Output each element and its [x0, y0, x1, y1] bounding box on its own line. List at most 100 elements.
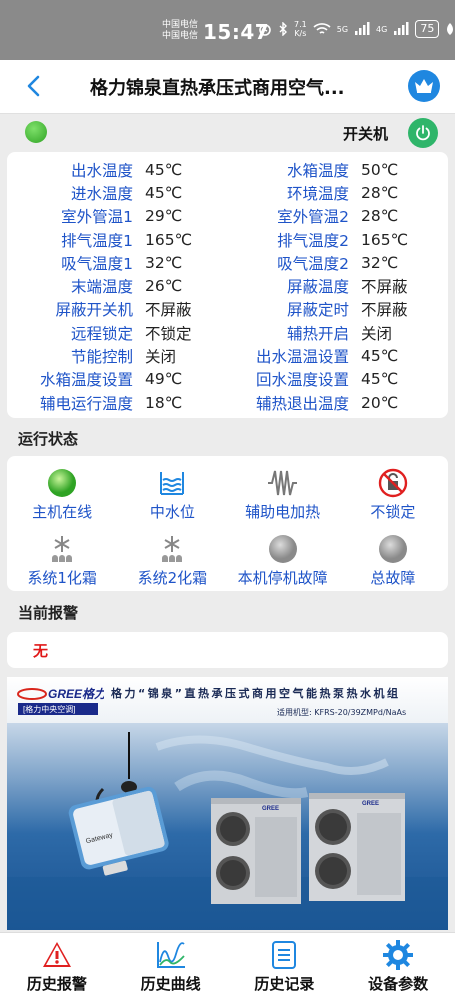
param-row: 末端温度 26℃ 屏蔽温度 不屏蔽 [7, 274, 448, 297]
status-label: 不锁定 [370, 503, 416, 521]
bluetooth-icon [279, 22, 287, 36]
param-value: 不屏蔽 [361, 278, 408, 297]
alarm-value: 无 [33, 642, 49, 660]
param-value: 20℃ [361, 393, 399, 412]
param-value: 165℃ [145, 230, 192, 249]
power-icon [416, 125, 430, 141]
carrier-labels: 中国电信 中国电信 [162, 20, 198, 42]
param-label: 屏蔽开关机 [55, 301, 133, 320]
vip-crown-button[interactable] [408, 70, 440, 102]
status-item: 系统2化霜 [117, 522, 227, 588]
status-item: 不锁定 [338, 456, 448, 522]
alarm-clock-icon [259, 24, 271, 36]
wifi-icon [313, 23, 331, 34]
bottom-navigation: 历史报警 历史曲线 历史记录 设备参数 [0, 932, 455, 1000]
net-speed: 7.1 K/s [294, 20, 307, 38]
param-value: 45℃ [145, 183, 183, 202]
param-row: 节能控制 关闭 出水温温设置 45℃ [7, 344, 448, 367]
status-item: 中水位 [117, 456, 227, 522]
param-value: 165℃ [361, 230, 408, 249]
param-row: 吸气温度1 32℃ 吸气温度2 32℃ [7, 251, 448, 274]
svg-text:GREE: GREE [362, 801, 379, 807]
param-value: 29℃ [145, 207, 183, 226]
nav-history-curve[interactable]: 历史曲线 [114, 933, 228, 1000]
status-label: 总故障 [370, 569, 416, 587]
warning-icon [40, 939, 74, 971]
param-value: 26℃ [145, 277, 183, 296]
status-item: 本机停机故障 [228, 522, 338, 588]
param-value: 不屏蔽 [361, 301, 408, 320]
nav-label: 历史报警 [26, 975, 87, 993]
running-status-title: 运行状态 [18, 430, 79, 448]
param-label: 吸气温度1 [61, 254, 133, 273]
defrost-icon [45, 532, 79, 565]
param-row: 排气温度1 165℃ 排气温度2 165℃ [7, 228, 448, 251]
status-label: 主机在线 [32, 503, 93, 521]
param-value: 45℃ [361, 370, 399, 389]
status-label: 辅助电加热 [245, 503, 321, 521]
param-row: 屏蔽开关机 不屏蔽 屏蔽定时 不屏蔽 [7, 298, 448, 321]
param-value: 32℃ [361, 253, 399, 272]
param-label: 节能控制 [70, 348, 133, 367]
nav-label: 历史记录 [254, 975, 315, 993]
param-label: 出水温温设置 [255, 348, 349, 367]
status-item: 系统1化霜 [7, 522, 117, 588]
param-value: 45℃ [145, 160, 183, 179]
gear-icon [381, 939, 415, 971]
electric-heater-icon [266, 466, 300, 499]
online-status-indicator [25, 121, 47, 143]
param-label: 屏蔽温度 [286, 278, 349, 297]
param-label: 排气温度1 [61, 231, 133, 250]
param-label: 辅热退出温度 [255, 394, 349, 413]
svg-text:GREE: GREE [262, 806, 279, 812]
alarm-title: 当前报警 [18, 604, 79, 622]
param-label: 辅热开启 [286, 324, 349, 343]
fault-indicator-icon [266, 532, 300, 565]
status-item: 辅助电加热 [228, 456, 338, 522]
param-label: 环境温度 [286, 184, 349, 203]
param-label: 出水温度 [70, 161, 133, 180]
running-status-card: 主机在线 中水位 辅助电加热 不锁定系统1化霜 系统2化霜 本机停机故障 总故障 [7, 456, 448, 591]
param-label: 排气温度2 [277, 231, 349, 250]
page-title: 格力锦泉直热承压式商用空气... [90, 78, 345, 99]
param-label: 水箱温度设置 [39, 371, 133, 390]
param-label: 末端温度 [70, 278, 133, 297]
param-row: 辅电运行温度 18℃ 辅热退出温度 20℃ [7, 391, 448, 414]
power-row: 开关机 [0, 114, 455, 152]
alarm-card: 无 [7, 632, 448, 668]
param-label: 吸气温度2 [277, 254, 349, 273]
power-toggle-button[interactable] [408, 118, 438, 148]
param-label: 室外管温2 [277, 208, 349, 227]
product-banner: GREE格力 [格力中央空调] 格力“锦泉”直热承压式商用空气能热泵热水机组 适… [7, 677, 448, 930]
param-value: 关闭 [361, 324, 393, 343]
param-row: 远程锁定 不锁定 辅热开启 关闭 [7, 321, 448, 344]
param-label: 屏蔽定时 [286, 301, 349, 320]
param-row: 室外管温1 29℃ 室外管温2 28℃ [7, 205, 448, 228]
nav-label: 设备参数 [368, 975, 429, 993]
param-value: 50℃ [361, 160, 399, 179]
nav-history-record[interactable]: 历史记录 [228, 933, 342, 1000]
carrier-1: 中国电信 [162, 20, 199, 30]
crown-icon [415, 79, 433, 93]
record-list-icon [267, 939, 301, 971]
nav-history-alarm[interactable]: 历史报警 [0, 933, 114, 1000]
status-bar: 中国电信 中国电信 15:47 7.1 K/s 5G 4G 75 [0, 0, 455, 60]
back-button[interactable] [20, 70, 50, 102]
param-value: 18℃ [145, 393, 183, 412]
param-value: 28℃ [361, 183, 399, 202]
nav-device-params[interactable]: 设备参数 [341, 933, 455, 1000]
fault-indicator-icon [376, 532, 410, 565]
power-label: 开关机 [343, 125, 389, 143]
param-value: 49℃ [145, 370, 183, 389]
signal-bars-icon [355, 22, 370, 35]
parameters-card: 出水温度 45℃ 水箱温度 50℃ 进水温度 45℃ 环境温度 28℃ 室外管温1 29℃ 室外管温… [7, 152, 448, 418]
param-row: 出水温度 45℃ 水箱温度 50℃ [7, 158, 448, 181]
signal-5g-label: 5G [336, 24, 349, 34]
status-label: 系统2化霜 [137, 569, 208, 587]
param-row: 进水温度 45℃ 环境温度 28℃ [7, 181, 448, 204]
chart-curve-icon [154, 939, 188, 971]
status-item: 总故障 [338, 522, 448, 588]
param-label: 进水温度 [70, 184, 133, 203]
nav-label: 历史曲线 [140, 975, 201, 993]
status-label: 中水位 [149, 503, 195, 521]
